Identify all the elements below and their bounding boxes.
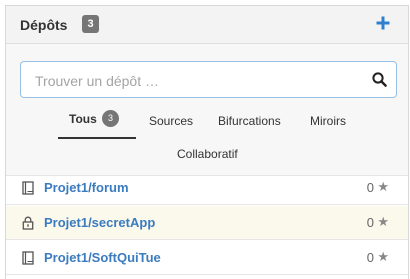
- repo-link[interactable]: Projet1/secretApp: [44, 215, 155, 230]
- repo-link[interactable]: Projet1/SoftQuiTue: [44, 250, 161, 265]
- panel-header: Dépôts 3: [6, 6, 408, 44]
- lock-icon: [22, 216, 34, 230]
- search-box: [20, 61, 397, 99]
- tab-all-count-badge: 3: [102, 110, 119, 127]
- book-icon: [22, 181, 34, 195]
- tab-mirrors[interactable]: Miroirs: [310, 114, 346, 128]
- star-icon: ★: [377, 249, 389, 264]
- search-icon[interactable]: [372, 72, 387, 87]
- star-icon: ★: [377, 214, 389, 229]
- repo-row-private[interactable]: Projet1/secretApp 0 ★: [6, 206, 408, 240]
- repo-row[interactable]: Projet1/forum 0 ★: [6, 171, 408, 205]
- star-icon: ★: [377, 179, 389, 194]
- star-count: 0: [366, 215, 374, 230]
- repo-count-badge: 3: [82, 15, 99, 33]
- star-count: 0: [366, 180, 374, 195]
- repo-link[interactable]: Projet1/forum: [44, 180, 129, 195]
- panel-title: Dépôts: [20, 17, 68, 33]
- plus-icon[interactable]: [374, 14, 392, 32]
- repositories-panel: Dépôts 3 Tous 3 Sources Bifurcations Mir…: [5, 5, 409, 279]
- book-icon: [22, 251, 34, 265]
- active-tab-indicator: [58, 137, 136, 139]
- star-count: 0: [366, 250, 374, 265]
- repo-row[interactable]: Projet1/SoftQuiTue 0 ★: [6, 241, 408, 275]
- search-input[interactable]: [33, 62, 357, 99]
- tab-sources[interactable]: Sources: [149, 114, 193, 128]
- tab-collaborative[interactable]: Collaboratif: [177, 147, 238, 161]
- tab-all[interactable]: Tous: [69, 112, 97, 126]
- tab-forks[interactable]: Bifurcations: [218, 114, 281, 128]
